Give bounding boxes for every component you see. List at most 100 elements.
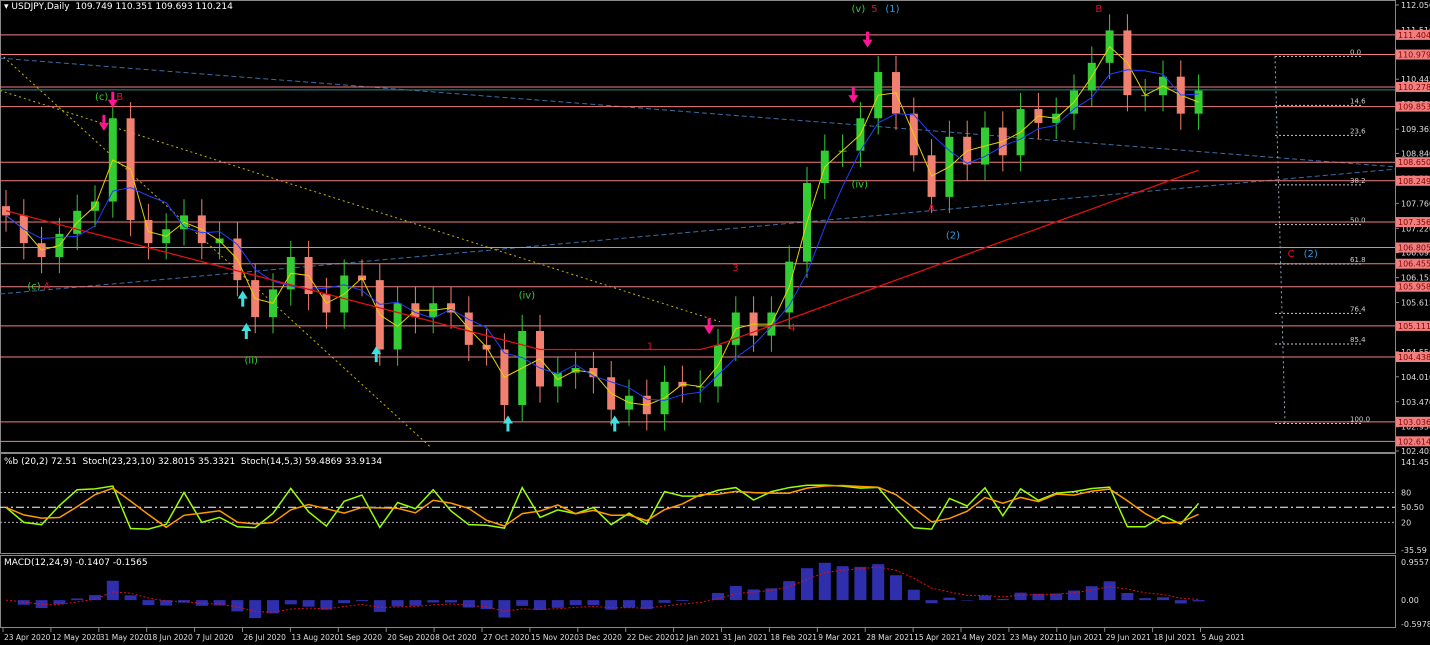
date-tick-label: 26 Jul 2020 <box>244 633 287 642</box>
fib-level-label: 50.0 <box>1350 217 1366 225</box>
fib-level-label: 14.6 <box>1350 97 1366 105</box>
price-tick-label: 109.365 <box>1401 125 1430 134</box>
macd-histogram-bar <box>267 600 279 614</box>
wave-label: (2) <box>1304 249 1318 260</box>
date-tick-label: 27 Oct 2020 <box>483 633 530 642</box>
macd-histogram-bar <box>569 600 582 606</box>
macd-histogram-bar <box>124 595 137 601</box>
price-tick-label: 106.155 <box>1401 274 1430 283</box>
oscillator-tick-label: -35.59 <box>1401 546 1427 555</box>
wave-label: B <box>1095 4 1102 15</box>
date-tick-label: 10 Jun 2021 <box>1058 633 1103 642</box>
macd-histogram-bar <box>872 564 885 601</box>
macd-histogram-bar <box>1014 592 1027 601</box>
price-tick-label: 102.405 <box>1401 447 1430 456</box>
wave-label: C <box>1288 249 1295 260</box>
wave-label: (ii) <box>245 355 258 366</box>
date-tick-label: 1 Sep 2020 <box>339 633 382 642</box>
oscillator-header: %b (20,2) 72.51 Stoch(23,23,10) 32.8015 … <box>4 457 383 467</box>
macd-histogram-bar <box>498 600 511 618</box>
macd-histogram-bar <box>623 600 635 608</box>
fib-level-label: 76.4 <box>1350 305 1366 313</box>
wave-label: (2) <box>946 231 960 242</box>
level-label: 108.650 <box>1398 158 1430 167</box>
symbol-label: USDJPY,Daily <box>11 2 70 12</box>
macd-tick-label: -0.5978 <box>1401 620 1430 629</box>
date-tick-label: 5 Aug 2021 <box>1202 633 1245 642</box>
level-label: 110.278 <box>1398 83 1430 92</box>
macd-histogram-bar <box>943 597 956 601</box>
macd-histogram-bar <box>284 600 297 605</box>
macd-histogram-bar <box>551 600 564 608</box>
level-label: 105.111 <box>1398 322 1430 331</box>
wave-label: 3 <box>732 263 738 274</box>
arrow-down-icon <box>98 114 109 131</box>
macd-histogram-bar <box>160 600 173 606</box>
date-tick-label: 9 Mar 2021 <box>818 633 861 642</box>
level-label: 103.036 <box>1398 418 1430 427</box>
macd-histogram-bar <box>658 600 671 603</box>
macd-histogram-bar <box>195 600 208 606</box>
macd-histogram-bar <box>373 600 386 612</box>
date-tick-label: 12 May 2020 <box>52 633 101 642</box>
stoch-signal-line <box>5 484 1199 529</box>
macd-histogram-bar <box>1139 598 1152 601</box>
fib-level-label: 100.0 <box>1350 415 1370 423</box>
wave-label: (1) <box>885 4 899 15</box>
macd-histogram-bar <box>1103 581 1116 601</box>
level-label: 109.853 <box>1398 103 1430 112</box>
level-label: 111.404 <box>1398 31 1430 40</box>
macd-histogram-bar <box>783 581 796 601</box>
macd-histogram-bar <box>142 600 155 606</box>
date-tick-label: 13 Aug 2020 <box>291 633 339 642</box>
macd-histogram-bar <box>961 600 974 601</box>
fib-level-label: 85.4 <box>1350 336 1366 344</box>
price-tick-label: 112.050 <box>1401 1 1430 10</box>
macd-histogram-bar <box>747 589 760 601</box>
date-tick-label: 18 Jul 2021 <box>1154 633 1197 642</box>
level-label: 106.455 <box>1398 260 1430 269</box>
price-tick-label: 108.840 <box>1401 149 1430 158</box>
macd-histogram-bar <box>1121 592 1134 601</box>
date-tick-label: 15 Nov 2020 <box>531 633 579 642</box>
wave-label: (iv) <box>519 291 536 302</box>
macd-histogram-bar <box>231 600 244 612</box>
wave-label: (c) <box>95 92 108 103</box>
level-label: 107.356 <box>1398 218 1430 227</box>
macd-histogram-bar <box>907 589 920 601</box>
macd-histogram-bar <box>890 575 902 601</box>
macd-histogram-bar <box>302 600 315 607</box>
date-tick-label: 20 Sep 2020 <box>387 633 435 642</box>
fib-level-label: 61.8 <box>1350 256 1366 264</box>
date-tick-label: 29 Jun 2021 <box>1106 633 1151 642</box>
macd-histogram-bar <box>1174 600 1187 604</box>
price-chart[interactable]: 112.050111.510110.980110.445109.905109.3… <box>0 0 1430 645</box>
level-label: 105.958 <box>1398 283 1430 292</box>
date-tick-label: 4 May 2021 <box>962 633 1006 642</box>
wave-label: (c) <box>27 281 40 292</box>
date-tick-label: 8 Oct 2020 <box>435 633 477 642</box>
trendline <box>0 168 1396 295</box>
price-tick-label: 103.470 <box>1401 398 1430 407</box>
oscillator-tick-label: 50.50 <box>1401 503 1424 512</box>
macd-histogram-bar <box>106 580 119 601</box>
wave-label: A <box>928 203 935 214</box>
macd-histogram-bar <box>391 600 404 607</box>
macd-histogram-bar <box>445 600 457 603</box>
macd-signal-line <box>5 566 1199 613</box>
fib-baseline <box>1274 56 1286 424</box>
macd-histogram-bar <box>462 600 475 608</box>
level-label: 104.438 <box>1398 353 1430 362</box>
level-label: 102.614 <box>1398 437 1430 446</box>
macd-header: MACD(12,24,9) -0.1407 -0.1565 <box>4 558 148 568</box>
macd-histogram-bar <box>712 592 724 601</box>
macd-pane-frame <box>0 555 1396 628</box>
macd-histogram-bar <box>605 600 618 610</box>
date-tick-label: 7 Jul 2020 <box>196 633 234 642</box>
macd-histogram-bar <box>801 568 813 601</box>
date-tick-label: 23 May 2021 <box>1010 633 1059 642</box>
macd-tick-label: 0.00 <box>1401 596 1419 605</box>
macd-histogram-bar <box>356 600 368 602</box>
wave-label: 4 <box>789 323 795 334</box>
macd-histogram-bar <box>71 598 84 601</box>
